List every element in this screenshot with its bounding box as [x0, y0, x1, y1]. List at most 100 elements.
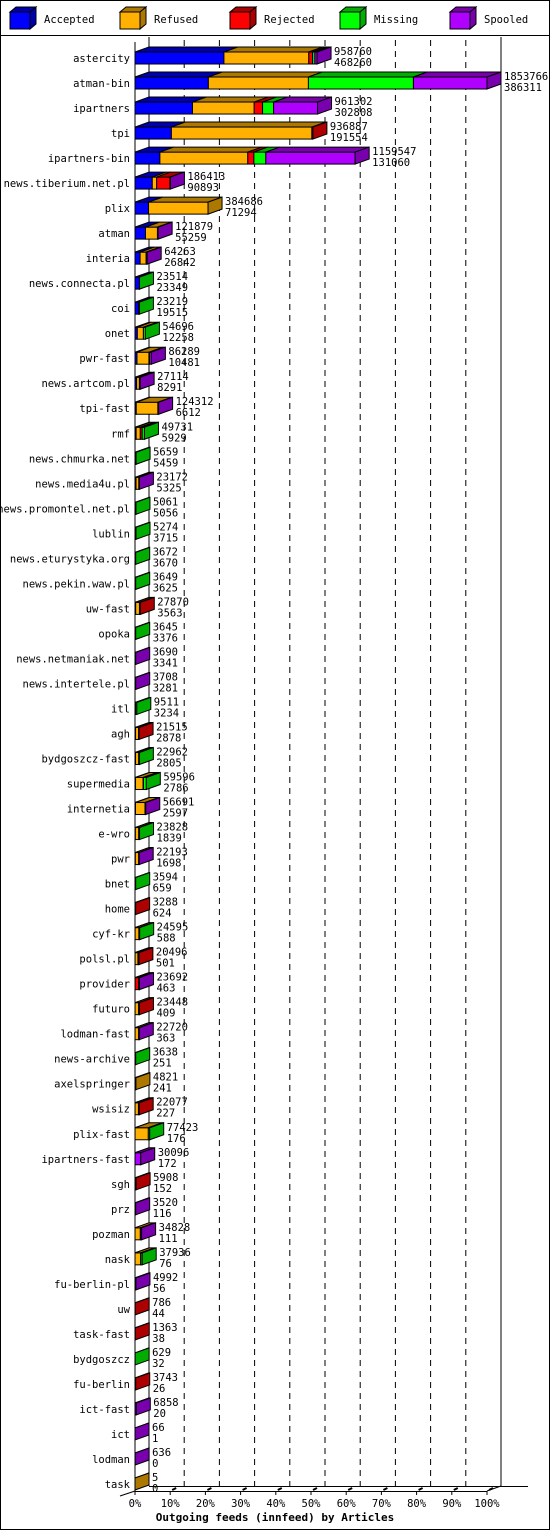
accepted-value: 152	[153, 1183, 172, 1195]
accepted-value: 3625	[153, 582, 178, 594]
accepted-value: 55259	[175, 232, 207, 244]
bar-segment-top	[208, 72, 322, 77]
accepted-value: 0	[152, 1483, 158, 1495]
bar-segment-refused	[135, 1103, 138, 1115]
accepted-value: 23349	[156, 282, 188, 294]
accepted-value: 26842	[164, 257, 196, 269]
accepted-value: 90893	[187, 182, 219, 194]
row-label: bydgoszcz	[73, 1354, 130, 1366]
x-tick-label: 40%	[266, 1498, 286, 1510]
accepted-value: 111	[159, 1233, 178, 1245]
accepted-value: 227	[156, 1108, 175, 1120]
bar-segment-accepted	[135, 202, 149, 214]
row-label: news.netmaniak.net	[16, 653, 130, 665]
row-label: plix-fast	[73, 1129, 130, 1141]
bar-segment-top	[160, 147, 262, 152]
bar-segment-accepted	[135, 127, 171, 139]
accepted-value: 26	[153, 1383, 166, 1395]
bar-segment-accepted	[135, 152, 160, 164]
bar-segment-spooled	[413, 77, 487, 89]
accepted-value: 20	[153, 1408, 166, 1420]
bar-segment-refused	[135, 803, 144, 815]
accepted-value: 302808	[335, 107, 373, 119]
row-label: sgh	[111, 1179, 130, 1191]
accepted-value: 8291	[157, 382, 182, 394]
bar-segment-refused	[192, 102, 254, 114]
accepted-value: 5056	[153, 507, 178, 519]
bar-segment-refused	[136, 402, 158, 414]
row-label: task	[105, 1479, 131, 1491]
bar-segment-top	[224, 47, 323, 52]
accepted-value: 3376	[153, 632, 178, 644]
row-label: polsl.pl	[79, 954, 130, 966]
row-label: news.promontel.net.pl	[0, 503, 130, 515]
row-label: news.artcom.pl	[41, 378, 130, 390]
x-tick-label: 80%	[407, 1498, 427, 1510]
accepted-value: 76	[159, 1258, 172, 1270]
row-label: fu-berlin	[73, 1379, 130, 1391]
row-label: atman	[98, 228, 130, 240]
row-label: uw-fast	[86, 603, 130, 615]
accepted-value: 1839	[157, 833, 182, 845]
accepted-value: 624	[153, 908, 172, 920]
accepted-value: 3715	[153, 532, 178, 544]
bar-segment-refused	[140, 252, 146, 264]
accepted-value: 588	[157, 933, 176, 945]
bar-segment-accepted	[135, 227, 145, 239]
bar-segment-refused	[152, 177, 156, 189]
legend-label-missing: Missing	[374, 14, 418, 26]
bar-segment-refused	[135, 1128, 148, 1140]
x-tick-label: 20%	[196, 1498, 216, 1510]
row-label: e-wro	[98, 829, 130, 841]
row-label: news.pekin.waw.pl	[23, 578, 130, 590]
row-label: tpi-fast	[79, 403, 130, 415]
accepted-value: 56	[153, 1283, 166, 1295]
x-tick-label: 10%	[161, 1498, 181, 1510]
accepted-value: 659	[153, 883, 172, 895]
row-label: lublin	[92, 528, 130, 540]
accepted-value: 409	[156, 1008, 175, 1020]
row-label: cyf-kr	[92, 929, 130, 941]
accepted-value: 2597	[163, 808, 188, 820]
bar-segment-refused	[160, 152, 248, 164]
innfeed-chart: AcceptedRefusedRejectedMissingSpooled as…	[0, 0, 550, 1530]
bar-segment-missing	[254, 152, 266, 164]
accepted-value: 3563	[157, 607, 182, 619]
row-label: pozman	[92, 1229, 130, 1241]
accepted-value: 3281	[153, 682, 178, 694]
row-label: ipartners	[73, 103, 130, 115]
bar-segment-refused	[149, 202, 209, 214]
accepted-value: 241	[153, 1083, 172, 1095]
bar-segment-rejected	[309, 52, 313, 64]
bar-segment-refused	[136, 602, 140, 614]
legend-swatch-accepted	[10, 12, 30, 29]
row-label: pwr	[111, 854, 130, 866]
x-tick-label: 90%	[442, 1498, 462, 1510]
x-tick-label: 70%	[372, 1498, 392, 1510]
bar-segment-refused	[135, 1253, 141, 1265]
row-label: rmf	[111, 428, 130, 440]
legend-swatch-refused	[120, 12, 140, 29]
row-label: futuro	[92, 1004, 130, 1016]
bar-segment-refused	[135, 1228, 140, 1240]
bar-segment-spooled	[135, 1153, 141, 1165]
accepted-value: 116	[153, 1208, 172, 1220]
row-label: ipartners-bin	[48, 153, 130, 165]
accepted-value: 3234	[154, 707, 179, 719]
accepted-value: 44	[152, 1308, 165, 1320]
legend-label-accepted: Accepted	[44, 14, 95, 26]
row-label: opoka	[98, 628, 130, 640]
row-label: interia	[86, 253, 130, 265]
bar-segment-spooled	[274, 102, 318, 114]
accepted-value: 2805	[156, 757, 181, 769]
bar-segment-accepted	[135, 52, 224, 64]
bar-segment-rejected	[248, 152, 254, 164]
bar-segment-refused	[135, 853, 138, 865]
bar-segment-accepted	[135, 277, 139, 289]
legend-label-rejected: Rejected	[264, 14, 315, 26]
x-tick-label: 60%	[337, 1498, 357, 1510]
row-label: axelspringer	[54, 1079, 130, 1091]
accepted-value: 191554	[330, 132, 368, 144]
row-label: news.intertele.pl	[23, 678, 130, 690]
row-label: news.media4u.pl	[35, 478, 130, 490]
